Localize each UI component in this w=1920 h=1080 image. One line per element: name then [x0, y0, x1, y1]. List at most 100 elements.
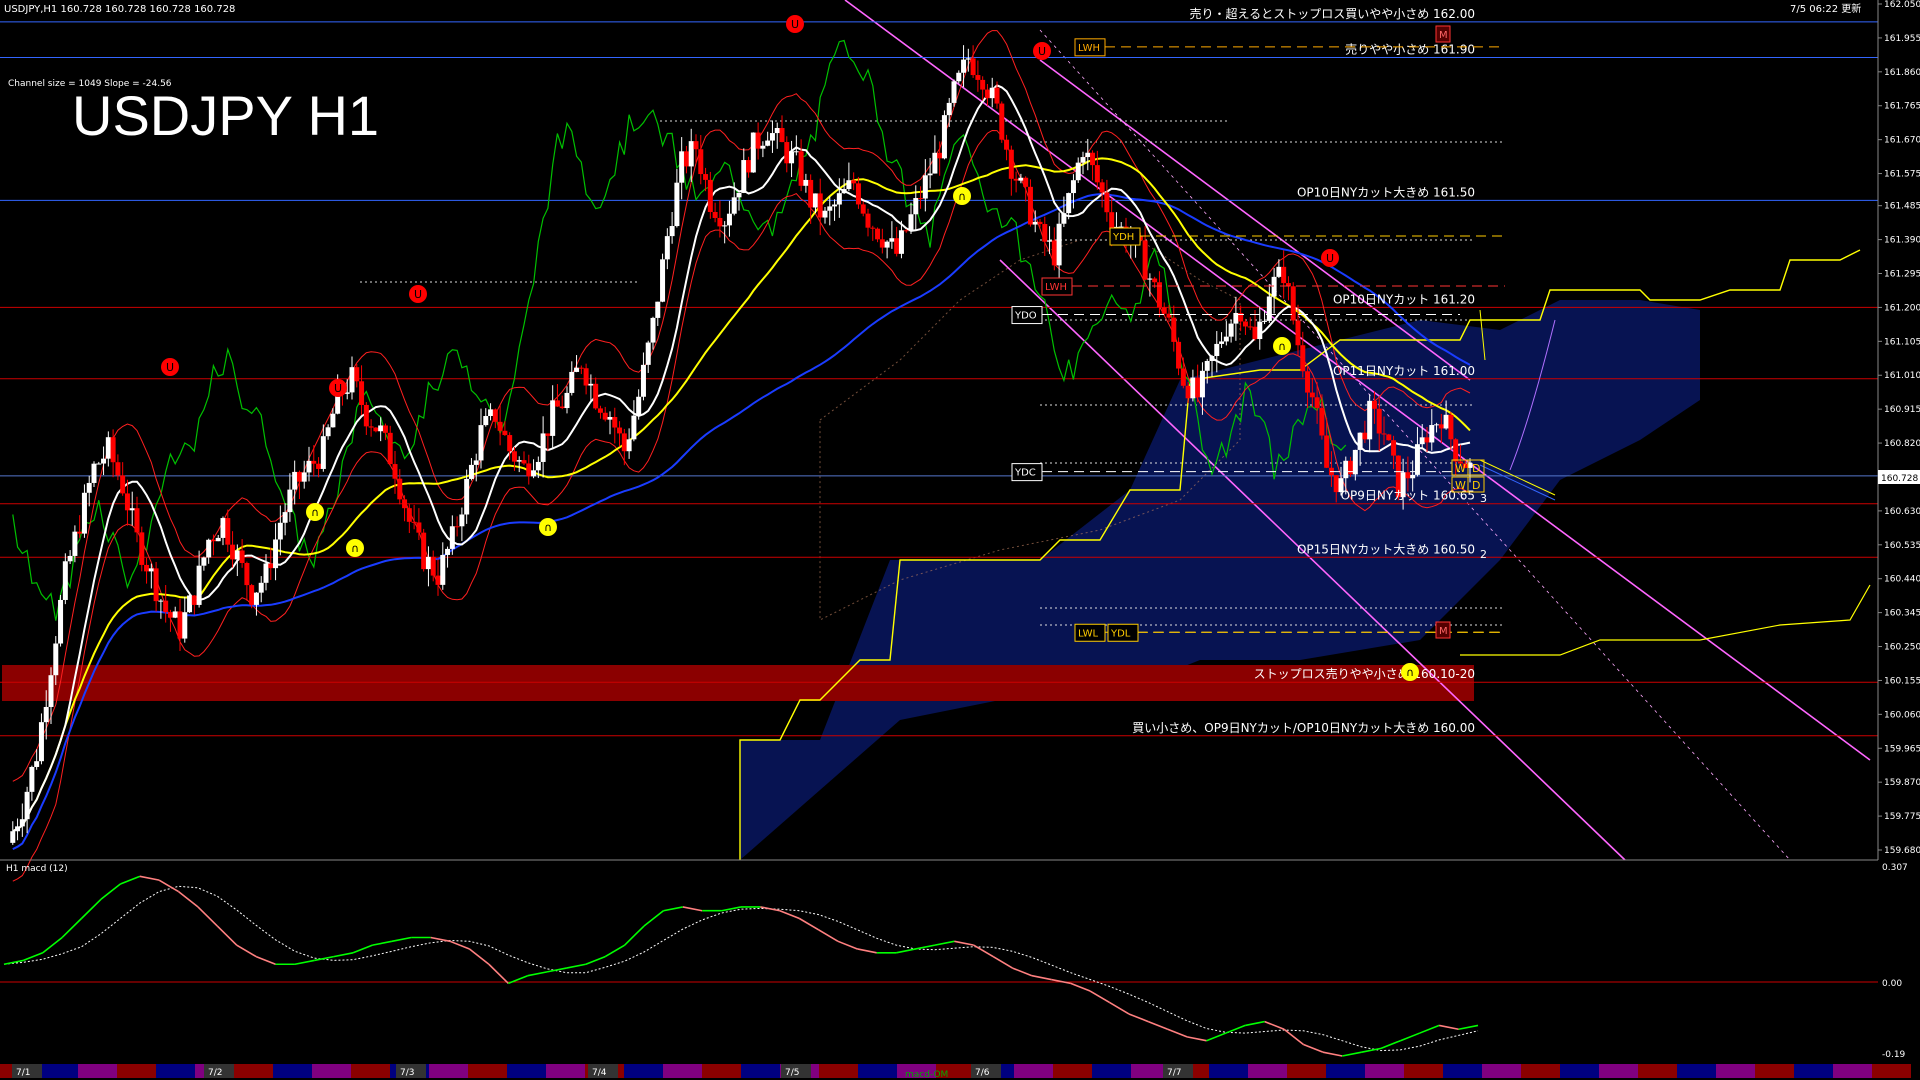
svg-text:∩: ∩	[544, 521, 552, 534]
candle-body	[139, 532, 145, 565]
candle-body	[1209, 355, 1215, 361]
candle-body	[34, 761, 40, 767]
level-box-label: YDC	[1014, 468, 1036, 479]
candle-body	[449, 526, 455, 549]
time-bar-segment	[468, 1064, 507, 1078]
candle-body	[1171, 317, 1177, 342]
time-label: 7/1	[16, 1068, 30, 1078]
candle-body	[330, 413, 336, 428]
time-bar-segment	[1521, 1064, 1560, 1078]
candle-body	[48, 675, 54, 707]
candle-body	[1276, 266, 1282, 277]
candle-body	[884, 241, 890, 248]
candle-body	[445, 548, 451, 555]
candle-body	[564, 392, 570, 409]
candle-body	[1142, 240, 1148, 280]
candle-body	[970, 58, 976, 76]
time-bar-segment	[117, 1064, 156, 1078]
candle-body	[19, 819, 25, 827]
m-mark-top: M	[1439, 30, 1448, 41]
buy-signal-icon: ∩	[539, 518, 557, 536]
candle-body	[1018, 177, 1024, 181]
time-bar-segment	[1014, 1064, 1053, 1078]
candle-body	[77, 531, 83, 534]
candle-body	[306, 460, 312, 473]
candle-body	[779, 128, 785, 143]
svg-text:U: U	[334, 382, 342, 395]
candle-body	[1242, 321, 1248, 327]
candle-body	[187, 595, 193, 613]
candle-body	[1161, 307, 1167, 314]
candle-body	[368, 426, 374, 428]
time-label: 7/4	[592, 1068, 607, 1078]
candle-body	[1314, 397, 1320, 409]
candle-body	[593, 383, 599, 409]
candle-body	[1104, 192, 1110, 213]
candle-body	[875, 228, 881, 240]
candle-body	[101, 458, 107, 464]
candle-body	[1085, 152, 1091, 158]
candle-body	[1008, 149, 1014, 179]
time-bar-segment	[234, 1064, 273, 1078]
candle-body	[717, 217, 723, 227]
price-tick-label: 159.870	[1884, 778, 1920, 788]
level-label: OP10日NYカット大きめ 161.50	[1297, 185, 1475, 199]
price-tick-label: 160.345	[1884, 609, 1920, 619]
candle-body	[817, 193, 823, 218]
candle-body	[1295, 320, 1301, 346]
candle-body	[86, 482, 92, 493]
candle-body	[1047, 240, 1053, 242]
candle-body	[492, 409, 498, 422]
time-bar-segment	[1755, 1064, 1794, 1078]
candle-body	[1343, 460, 1349, 479]
candle-body	[263, 563, 269, 583]
price-tick-label: 161.575	[1884, 170, 1920, 180]
buy-signal-icon: ∩	[953, 187, 971, 205]
time-bar-segment	[507, 1064, 546, 1078]
candle-body	[459, 514, 465, 527]
price-chart[interactable]: 売り・超えるとストップロス買いやや小さめ 162.00 売りやや小さめ 161.9…	[0, 0, 1920, 1080]
candle-body	[516, 460, 522, 462]
candle-body	[1434, 424, 1440, 426]
candle-body	[206, 539, 212, 558]
candle-body	[1414, 444, 1420, 475]
candle-body	[965, 58, 971, 60]
candle-body	[679, 151, 685, 183]
candle-body	[406, 508, 412, 522]
time-bar-segment	[312, 1064, 351, 1078]
candle-body	[1319, 408, 1325, 436]
candle-body	[1271, 276, 1277, 297]
candle-body	[488, 409, 494, 417]
candle-body	[29, 766, 35, 792]
candle-body	[583, 368, 589, 386]
candle-body	[832, 204, 838, 207]
candle-body	[24, 791, 30, 820]
candle-body	[1443, 414, 1449, 429]
candle-body	[951, 81, 957, 103]
candle-body	[425, 556, 431, 570]
candle-body	[282, 512, 288, 523]
candle-body	[230, 544, 236, 560]
candle-body	[301, 472, 307, 482]
time-bar-segment	[1560, 1064, 1599, 1078]
candle-body	[268, 563, 274, 569]
candle-body	[836, 193, 842, 205]
candle-body	[578, 367, 584, 369]
candle-body	[669, 226, 675, 237]
buy-signal-icon: ∩	[346, 539, 364, 557]
buy-signal-icon: ∩	[1273, 337, 1291, 355]
time-bar-segment	[1716, 1064, 1755, 1078]
candle-body	[922, 175, 928, 199]
candle-body	[1448, 414, 1454, 440]
candle-body	[430, 556, 436, 576]
candle-body	[397, 478, 403, 500]
sell-signal-icon: U	[1033, 42, 1051, 60]
candle-body	[650, 317, 656, 343]
candle-body	[879, 239, 885, 248]
level-label: 売りやや小さめ 161.90	[1345, 42, 1475, 57]
candle-body	[411, 521, 417, 523]
symbol-info: USDJPY,H1 160.728 160.728 160.728 160.72…	[4, 4, 235, 15]
candle-body	[798, 151, 804, 186]
svg-text:∩: ∩	[311, 506, 319, 519]
candle-body	[296, 471, 302, 482]
